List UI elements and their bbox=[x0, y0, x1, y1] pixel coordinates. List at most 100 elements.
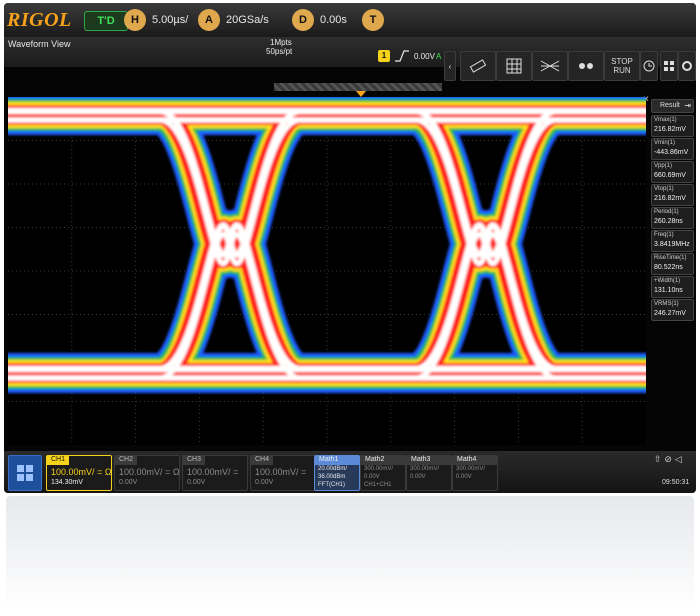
math-line1: 300.00mV/ bbox=[364, 466, 394, 472]
run-mode-badge[interactable]: T'D bbox=[84, 11, 128, 31]
math-line2: 0.00V bbox=[364, 474, 380, 480]
channel-impedance: Ω bbox=[104, 467, 112, 477]
channel-coupling: = bbox=[97, 467, 103, 477]
run-label: RUN bbox=[613, 66, 631, 75]
math-line1: 300.00mV/ bbox=[410, 466, 440, 472]
measure-tool-button[interactable] bbox=[460, 51, 496, 81]
run-mode-label: T'D bbox=[97, 15, 115, 27]
math-box-math1[interactable]: Math1 20.00dBm/36.00dBm FFT(CH1) bbox=[314, 455, 360, 491]
channel-offset: 0.00V bbox=[119, 479, 138, 486]
channel-coupling: = bbox=[301, 467, 307, 477]
stop-run-button[interactable]: STOP RUN bbox=[604, 51, 640, 81]
measurement-item[interactable]: Vmax(1) 216.82mV bbox=[651, 115, 694, 137]
measurement-item[interactable]: Freq(1) 3.8419MHz bbox=[651, 230, 694, 252]
channel-scale: 100.00mV/ bbox=[255, 467, 299, 477]
horizontal-scroll-handle[interactable] bbox=[274, 83, 442, 91]
history-button[interactable] bbox=[640, 51, 658, 81]
channel-scale: 100.00mV/ bbox=[119, 467, 163, 477]
math-box-math4[interactable]: Math4 300.00mV/0.00V bbox=[452, 455, 498, 491]
math-name: Math2 bbox=[361, 456, 405, 465]
pin-panel-icon[interactable]: ⇥ bbox=[684, 101, 691, 110]
horizontal-scale[interactable]: 5.00µs/ bbox=[152, 14, 188, 26]
measurement-item[interactable]: Vmin(1) -443.86mV bbox=[651, 138, 694, 160]
usb-icon: ⇧ ⊘ ◁ bbox=[654, 455, 682, 465]
trigger-icon[interactable]: T bbox=[362, 9, 384, 31]
measurement-label: Vmin(1) bbox=[654, 140, 676, 146]
math-name: Math4 bbox=[453, 456, 497, 465]
waveform-plot[interactable] bbox=[8, 97, 646, 445]
channel-scale-line: 100.00mV/ = Ω bbox=[51, 467, 112, 477]
channel-name: CH4 bbox=[251, 456, 274, 465]
brand-logo: RIGOL bbox=[7, 9, 72, 31]
result-panel-header: Result ⇥ bbox=[651, 99, 694, 113]
grid-tool-button[interactable] bbox=[496, 51, 532, 81]
math-box-math2[interactable]: Math2 300.00mV/0.00V CH1+CH1 bbox=[360, 455, 406, 491]
result-panel-title: Result bbox=[660, 102, 680, 109]
measurement-value: 260.28ns bbox=[654, 218, 683, 225]
channel-box-ch3[interactable]: CH3 100.00mV/ = 0.00V bbox=[182, 455, 248, 491]
top-status-bar: RIGOL T'D H 5.00µs/ A 20GSa/s D 0.00s T bbox=[4, 3, 696, 37]
channel-name: CH3 bbox=[183, 456, 206, 465]
delay-value[interactable]: 0.00s bbox=[320, 14, 347, 26]
measurement-value: 131.10ns bbox=[654, 287, 683, 294]
ruler-icon bbox=[469, 59, 487, 73]
measurement-item[interactable]: Period(1) 260.28ns bbox=[651, 207, 694, 229]
channel-coupling: = bbox=[165, 467, 171, 477]
resolution: 50ps/pt bbox=[266, 47, 293, 56]
channel-scale-line: 100.00mV/ = bbox=[187, 467, 238, 477]
math-line3: CH1+CH1 bbox=[364, 482, 392, 488]
horizontal-icon[interactable]: H bbox=[124, 9, 146, 31]
clock: 09:50:31 bbox=[662, 479, 690, 486]
delay-icon[interactable]: D bbox=[292, 9, 314, 31]
trigger-mode[interactable]: A bbox=[436, 52, 441, 61]
cursor-tool-button[interactable] bbox=[568, 51, 604, 81]
measurement-item[interactable]: +Width(1) 131.10ns bbox=[651, 276, 694, 298]
eye-diagram bbox=[8, 97, 646, 445]
measurement-label: Vmax(1) bbox=[654, 117, 677, 123]
grid-icon bbox=[506, 58, 522, 74]
eye-tool-button[interactable] bbox=[532, 51, 568, 81]
math-name: Math1 bbox=[315, 456, 359, 465]
channel-box-ch1[interactable]: CH1 100.00mV/ = Ω 134.30mV bbox=[46, 455, 112, 491]
measurement-label: VRMS(1) bbox=[654, 301, 679, 307]
trigger-level[interactable]: 0.00V bbox=[414, 52, 435, 61]
math-line2: 36.00dBm bbox=[318, 474, 346, 480]
channel-box-ch2[interactable]: CH2 100.00mV/ = Ω 0.00V bbox=[114, 455, 180, 491]
acquire-icon[interactable]: A bbox=[198, 9, 220, 31]
math-line3: FFT(CH1) bbox=[318, 482, 345, 488]
measurement-value: -443.86mV bbox=[654, 149, 689, 156]
home-button[interactable] bbox=[8, 455, 42, 491]
settings-button[interactable] bbox=[678, 51, 696, 81]
prev-page-button[interactable]: ‹ bbox=[444, 51, 456, 81]
history-icon bbox=[643, 60, 655, 72]
channel-impedance: Ω bbox=[172, 467, 180, 477]
channel-scale: 100.00mV/ bbox=[51, 467, 95, 477]
measurement-label: Vpp(1) bbox=[654, 163, 673, 169]
channel-scale-line: 100.00mV/ = Ω bbox=[119, 467, 180, 477]
stop-label: STOP bbox=[611, 57, 633, 66]
channel-offset: 0.00V bbox=[255, 479, 274, 486]
measurement-value: 80.522ns bbox=[654, 264, 683, 271]
trigger-source-badge[interactable]: 1 bbox=[378, 50, 390, 62]
measurement-value: 660.69mV bbox=[654, 172, 686, 179]
layout-button[interactable] bbox=[660, 51, 678, 81]
measurement-label: RiseTime(1) bbox=[654, 255, 687, 261]
measurement-item[interactable]: VRMS(1) 246.27mV bbox=[651, 299, 694, 321]
math-name: Math3 bbox=[407, 456, 451, 465]
layout-icon bbox=[664, 61, 674, 71]
sample-rate: 20GSa/s bbox=[226, 14, 269, 26]
measurement-label: Freq(1) bbox=[654, 232, 674, 238]
cursor-icon bbox=[579, 63, 593, 69]
app-grid-icon bbox=[17, 465, 33, 481]
channel-scale-line: 100.00mV/ = bbox=[255, 467, 306, 477]
eye-pattern-icon bbox=[540, 60, 560, 72]
math-line1: 300.00mV/ bbox=[456, 466, 486, 472]
measurement-item[interactable]: RiseTime(1) 80.522ns bbox=[651, 253, 694, 275]
math-box-math3[interactable]: Math3 300.00mV/0.00V bbox=[406, 455, 452, 491]
channel-coupling: = bbox=[233, 467, 239, 477]
window-title: Waveform View bbox=[8, 39, 71, 49]
measurement-item[interactable]: Vpp(1) 660.69mV bbox=[651, 161, 694, 183]
math-line1: 20.00dBm/ bbox=[318, 466, 348, 472]
channel-box-ch4[interactable]: CH4 100.00mV/ = 0.00V bbox=[250, 455, 316, 491]
measurement-item[interactable]: Vtop(1) 216.82mV bbox=[651, 184, 694, 206]
